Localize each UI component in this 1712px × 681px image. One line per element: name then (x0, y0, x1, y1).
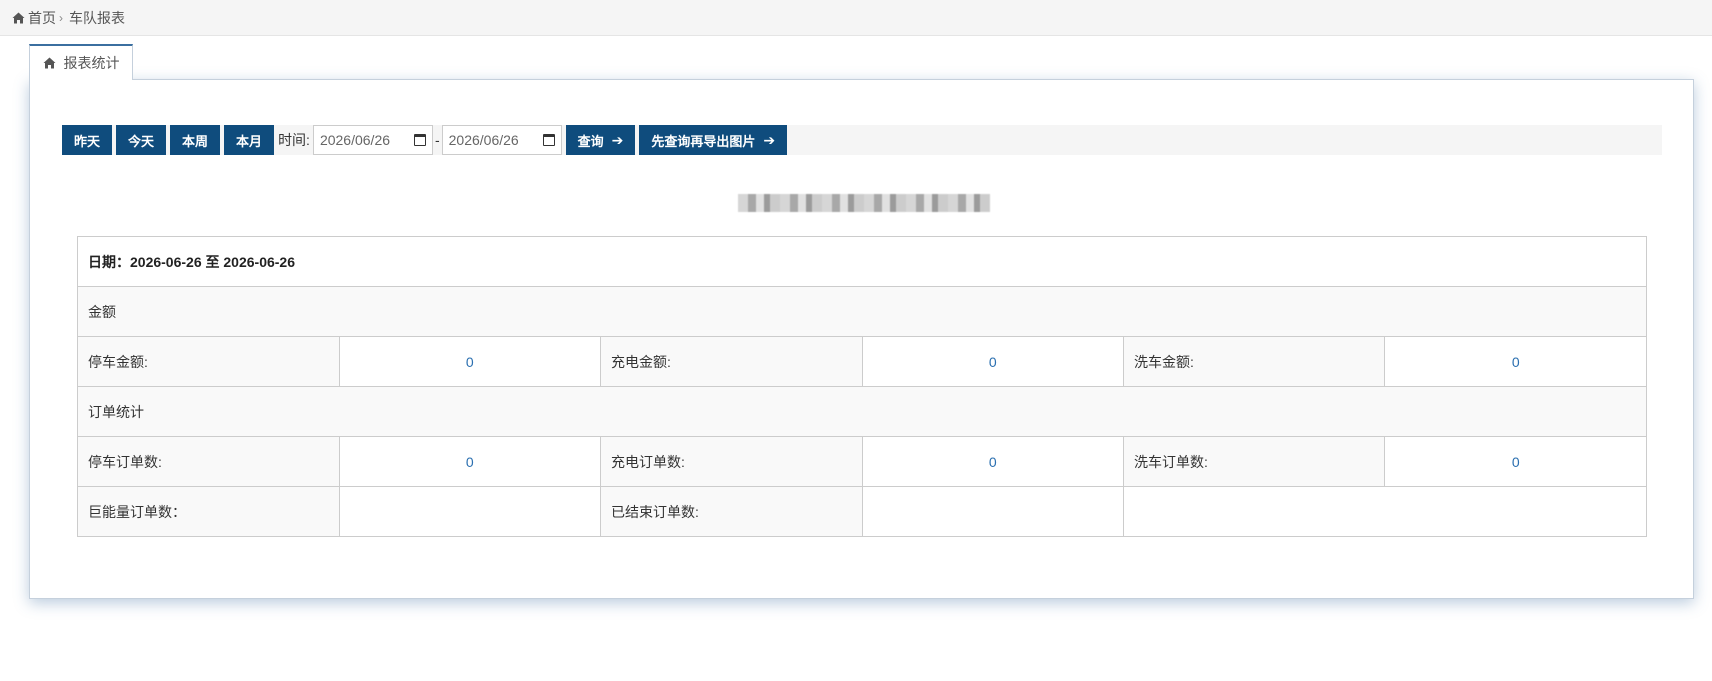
query-button-label: 查询 (577, 133, 604, 149)
end-date-input[interactable]: 2026/06/26 (441, 125, 562, 155)
tab-label: 报表统计 (63, 55, 120, 71)
order-section-title: 订单统计 (77, 386, 1647, 437)
time-label: 时间: (278, 132, 310, 148)
washing-amount-label: 洗车金额: (1122, 336, 1386, 387)
table-row: 金额 (77, 286, 1647, 337)
table-row: 巨能量订单数： 已结束订单数: (77, 486, 1648, 537)
charging-amount-label: 充电金额: (600, 336, 863, 387)
breadcrumb-home-link[interactable]: 首页 (28, 8, 56, 28)
finished-orders-value (861, 486, 1124, 537)
today-button[interactable]: 今天 (116, 125, 167, 155)
home-icon (12, 12, 25, 23)
empty-cell (1122, 486, 1648, 537)
filter-toolbar: 昨天 今天 本周 本月 时间: 2026/06/26 - 2026/06/26 … (62, 125, 1662, 155)
arrow-right-icon: ➔ (611, 131, 624, 148)
arrow-right-icon: ➔ (763, 131, 776, 148)
charging-orders-value: 0 (861, 436, 1124, 487)
report-panel: 昨天 今天 本周 本月 时间: 2026/06/26 - 2026/06/26 … (29, 79, 1694, 599)
charging-orders-label: 充电订单数: (600, 436, 863, 487)
this-month-button[interactable]: 本月 (224, 125, 275, 155)
table-row: 停车订单数: 0 充电订单数: 0 洗车订单数: 0 (77, 436, 1647, 487)
breadcrumb: 首页 › 车队报表 (0, 0, 1712, 36)
parking-amount-label: 停车金额: (77, 336, 340, 387)
yesterday-button[interactable]: 昨天 (62, 125, 113, 155)
juneng-orders-value (338, 486, 602, 537)
home-icon (43, 57, 55, 69)
table-row: 日期：2026-06-26 至 2026-06-26 (77, 236, 1647, 287)
calendar-icon[interactable] (413, 134, 426, 146)
amount-section-title: 金额 (77, 286, 1647, 337)
breadcrumb-separator: › (59, 10, 63, 25)
end-date-value: 2026/06/26 (448, 132, 519, 148)
export-image-button[interactable]: 先查询再导出图片 ➔ (639, 125, 788, 155)
charging-amount-value: 0 (861, 336, 1124, 387)
parking-orders-label: 停车订单数: (77, 436, 340, 487)
washing-amount-value: 0 (1384, 336, 1647, 387)
table-row: 停车金额: 0 充电金额: 0 洗车金额: 0 (77, 336, 1647, 387)
parking-orders-value: 0 (338, 436, 602, 487)
report-table: 日期：2026-06-26 至 2026-06-26 金额 停车金额: 0 充电… (77, 236, 1648, 537)
calendar-icon[interactable] (542, 134, 555, 146)
report-title-redacted (738, 194, 990, 212)
washing-orders-value: 0 (1384, 436, 1647, 487)
tab-report-statistics[interactable]: 报表统计 (29, 44, 133, 80)
parking-amount-value: 0 (338, 336, 602, 387)
washing-orders-label: 洗车订单数: (1122, 436, 1386, 487)
this-week-button[interactable]: 本周 (170, 125, 221, 155)
finished-orders-label: 已结束订单数: (600, 486, 863, 537)
date-range-cell: 日期：2026-06-26 至 2026-06-26 (77, 236, 1647, 287)
breadcrumb-current: 车队报表 (69, 9, 125, 26)
export-button-label: 先查询再导出图片 (651, 133, 756, 149)
start-date-value: 2026/06/26 (319, 132, 391, 148)
date-separator: - (434, 132, 440, 148)
table-row: 订单统计 (77, 386, 1647, 437)
start-date-input[interactable]: 2026/06/26 (312, 125, 433, 155)
query-button[interactable]: 查询 ➔ (565, 125, 636, 155)
juneng-orders-label: 巨能量订单数： (77, 486, 340, 537)
